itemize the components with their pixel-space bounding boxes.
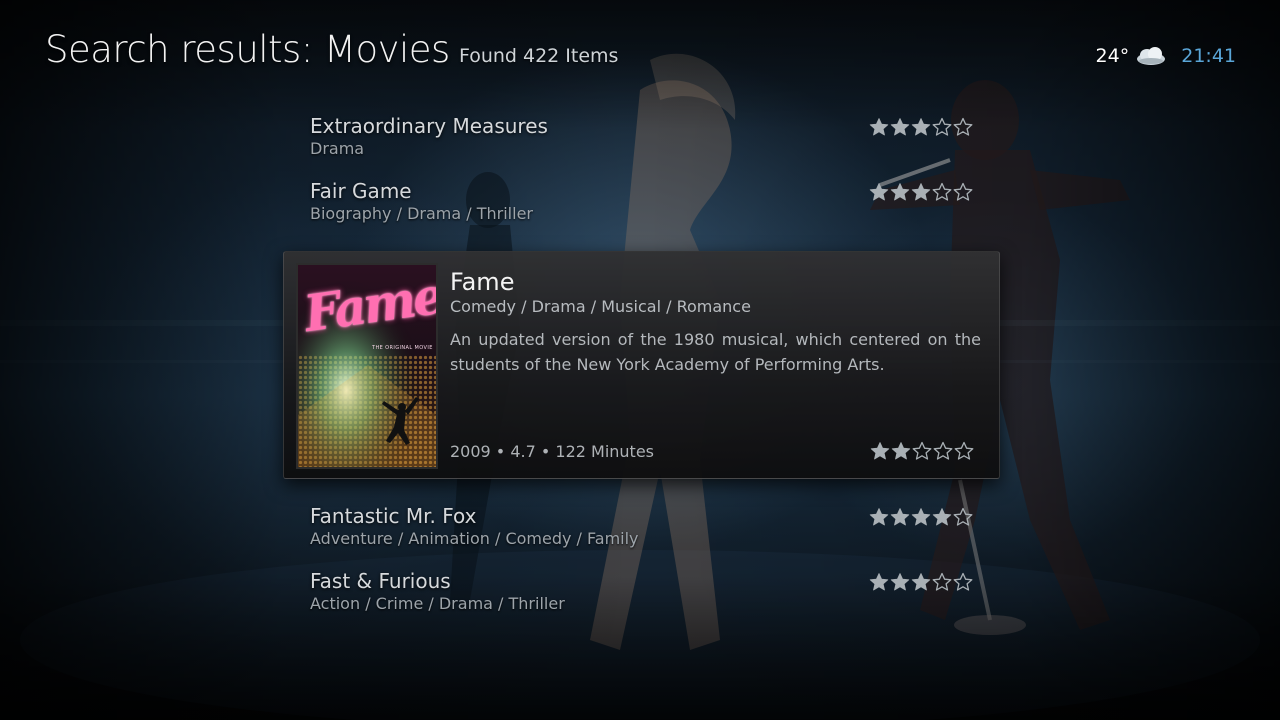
star-filled-icon [869, 508, 889, 526]
star-empty-icon [953, 182, 973, 201]
star-empty-icon [953, 572, 973, 591]
star-filled-icon [869, 573, 889, 591]
movie-title: Fame [450, 268, 515, 296]
star-empty-icon [912, 441, 932, 460]
star-empty-icon [953, 507, 973, 526]
star-rating [869, 182, 973, 202]
media-center-screen: Search results: Movies Found 422 Items 2… [0, 0, 1280, 720]
header: Search results: Movies Found 422 Items [45, 28, 618, 71]
star-filled-icon [911, 183, 931, 201]
movie-genre: Action / Crime / Drama / Thriller [310, 594, 565, 613]
focused-list-item[interactable]: Fame THE ORIGINAL MOVIE Fame Comedy / Dr… [283, 251, 1000, 479]
movie-genre: Adventure / Animation / Comedy / Family [310, 529, 639, 548]
star-filled-icon [911, 118, 931, 136]
star-filled-icon [890, 573, 910, 591]
star-filled-icon [911, 508, 931, 526]
star-filled-icon [890, 183, 910, 201]
star-empty-icon [932, 572, 952, 591]
star-filled-icon [869, 118, 889, 136]
movie-genre: Drama [310, 139, 365, 158]
clock: 21:41 [1181, 45, 1236, 67]
page-title: Search results: Movies [45, 28, 450, 71]
movie-genre: Biography / Drama / Thriller [310, 204, 533, 223]
list-item[interactable]: Fast & Furious Action / Crime / Drama / … [310, 569, 975, 625]
star-rating [870, 441, 974, 461]
list-item[interactable]: Fantastic Mr. Fox Adventure / Animation … [310, 504, 975, 560]
cloud-icon [1135, 45, 1167, 67]
temperature: 24° [1095, 45, 1130, 67]
star-rating [869, 117, 973, 137]
star-filled-icon [932, 508, 952, 526]
star-filled-icon [869, 183, 889, 201]
star-filled-icon [890, 118, 910, 136]
list-item[interactable]: Fair Game Biography / Drama / Thriller [310, 179, 975, 235]
poster-tagline: THE ORIGINAL MOVIE [372, 345, 433, 351]
status-bar: 24° 21:41 [1096, 45, 1236, 67]
star-rating [869, 572, 973, 592]
star-empty-icon [953, 117, 973, 136]
result-count: Found 422 Items [458, 45, 619, 67]
star-filled-icon [911, 573, 931, 591]
star-empty-icon [932, 182, 952, 201]
movie-poster: Fame THE ORIGINAL MOVIE [296, 263, 438, 469]
star-empty-icon [932, 117, 952, 136]
star-filled-icon [870, 442, 890, 460]
movie-meta: 2009 • 4.7 • 122 Minutes [450, 442, 654, 461]
movie-genre: Comedy / Drama / Musical / Romance [450, 297, 751, 316]
star-filled-icon [891, 442, 911, 460]
star-rating [869, 507, 973, 527]
list-item[interactable]: Extraordinary Measures Drama [310, 114, 975, 170]
star-empty-icon [954, 441, 974, 460]
movie-plot: An updated version of the 1980 musical, … [450, 330, 981, 374]
star-filled-icon [890, 508, 910, 526]
star-empty-icon [933, 441, 953, 460]
